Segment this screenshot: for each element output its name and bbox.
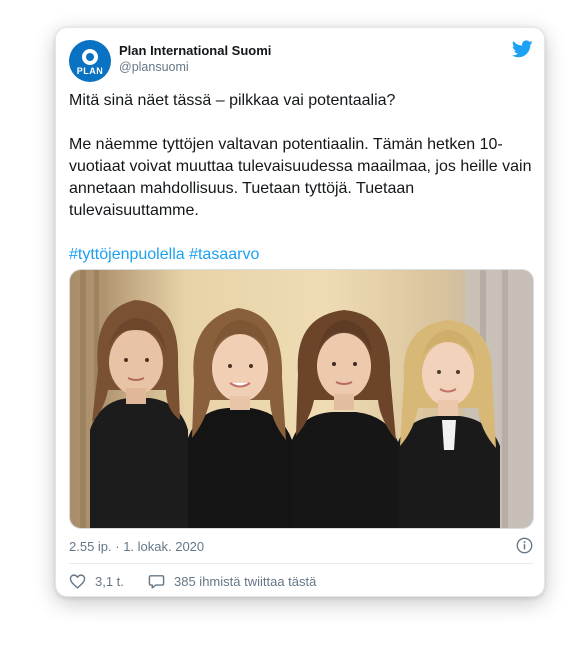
like-count[interactable]: 3,1 t. <box>95 574 124 589</box>
avatar-logo-text: PLAN <box>76 65 104 76</box>
speech-bubble-icon[interactable] <box>148 573 165 590</box>
tweet-hashtags[interactable]: #tyttöjenpuolella #tasaarvo <box>69 244 537 266</box>
tweet-question: Mitä sinä näet tässä – pilkkaa vai poten… <box>69 92 396 109</box>
tweet-text: Mitä sinä näet tässä – pilkkaa vai poten… <box>69 90 537 266</box>
plan-globe-logo <box>82 48 98 65</box>
tweet-paragraph: Me näemme tyttöjen valtavan potentiaalin… <box>69 136 532 219</box>
twitter-bird-icon[interactable] <box>512 40 533 58</box>
avatar[interactable]: PLAN <box>69 40 111 82</box>
tweet-timestamp[interactable]: 2.55 ip. · 1. lokak. 2020 <box>69 539 204 554</box>
heart-icon[interactable] <box>69 573 86 590</box>
group-photo-illustration <box>70 270 533 528</box>
account-handle[interactable]: @plansuomi <box>119 60 189 74</box>
info-icon[interactable] <box>516 537 533 554</box>
retweet-discussion-link[interactable]: 385 ihmistä twiittaa tästä <box>174 574 316 589</box>
account-name[interactable]: Plan International Suomi <box>119 43 271 58</box>
tweet-card[interactable]: PLAN Plan International Suomi @plansuomi… <box>55 27 545 597</box>
divider <box>69 563 533 564</box>
tweet-photo[interactable] <box>69 269 534 529</box>
